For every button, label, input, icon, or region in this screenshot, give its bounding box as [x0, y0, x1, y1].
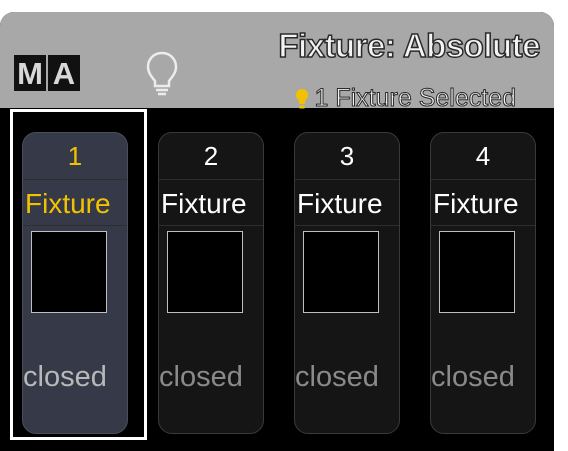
fixture-tile-3[interactable]: 3 Fixture closed [294, 132, 400, 434]
color-swatch [303, 231, 379, 313]
fixture-number: 3 [339, 141, 355, 171]
fixture-number: 1 [67, 141, 83, 171]
fixture-state: closed [431, 361, 515, 393]
fixture-name: Fixture [297, 188, 383, 219]
page-title: Fixture: Absolute [278, 26, 542, 65]
fixture-name: Fixture [433, 188, 519, 219]
fixture-state: closed [295, 361, 379, 393]
fixture-number: 4 [475, 141, 491, 171]
header-bar: M A Fixture: Absolute 1 Fixture Selected [0, 12, 554, 113]
lightbulb-filled-icon [295, 88, 308, 108]
fixture-name: Fixture [25, 188, 111, 219]
logo-letter-m: M [14, 55, 46, 91]
divider [295, 225, 399, 226]
fixture-tile-1[interactable]: 1 Fixture closed [22, 132, 128, 434]
divider [159, 179, 263, 180]
divider [23, 179, 127, 180]
fixture-number: 2 [203, 141, 219, 171]
fixture-tile-2[interactable]: 2 Fixture closed [158, 132, 264, 434]
logo-letter-a: A [48, 55, 80, 91]
fixture-tile-4[interactable]: 4 Fixture closed [430, 132, 536, 434]
fixture-name: Fixture [161, 188, 247, 219]
divider [431, 225, 535, 226]
divider [431, 179, 535, 180]
lightbulb-icon[interactable] [144, 50, 180, 98]
fixture-state: closed [159, 361, 243, 393]
ma-logo: M A [14, 55, 80, 91]
color-swatch [31, 231, 107, 313]
fixture-sheet-window: M A Fixture: Absolute 1 Fixture Selected… [0, 12, 554, 451]
color-swatch [439, 231, 515, 313]
selection-status: 1 Fixture Selected [230, 84, 516, 113]
divider [159, 225, 263, 226]
divider [295, 179, 399, 180]
selection-status-text: 1 Fixture Selected [314, 84, 516, 113]
divider [23, 225, 127, 226]
fixture-state: closed [23, 361, 107, 393]
color-swatch [167, 231, 243, 313]
